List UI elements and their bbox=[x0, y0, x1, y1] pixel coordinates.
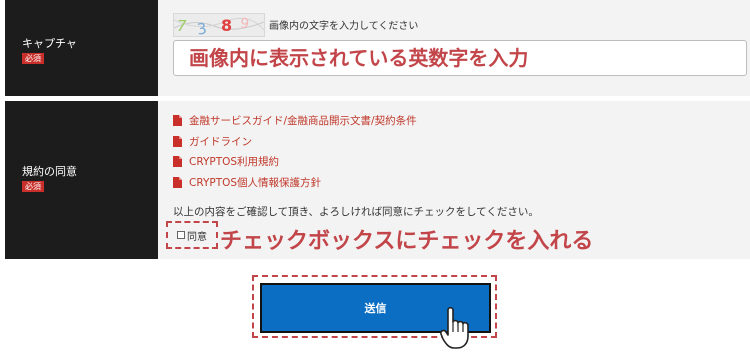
pdf-icon bbox=[173, 115, 182, 126]
captcha-label: キャプチャ bbox=[22, 37, 77, 50]
agreement-label: 規約の同意 bbox=[22, 165, 77, 178]
required-badge: 必須 bbox=[22, 181, 44, 192]
pdf-icon bbox=[173, 156, 182, 167]
svg-text:9: 9 bbox=[239, 15, 251, 32]
pdf-icon bbox=[173, 136, 182, 147]
doc-link-privacy[interactable]: CRYPTOS個人情報保護方針 bbox=[173, 175, 321, 190]
doc-link-label: CRYPTOS利用規約 bbox=[189, 156, 280, 168]
required-badge: 必須 bbox=[22, 53, 44, 64]
captcha-label-cell: キャプチャ 必須 bbox=[5, 0, 158, 96]
captcha-content-cell: 7 3 8 9 画像内の文字を入力してください bbox=[158, 0, 750, 96]
captcha-noise: 7 3 8 9 bbox=[174, 15, 264, 36]
agree-label[interactable]: 同意 bbox=[187, 228, 207, 243]
doc-link-label: CRYPTOS個人情報保護方針 bbox=[189, 177, 322, 189]
doc-link-terms[interactable]: CRYPTOS利用規約 bbox=[173, 154, 279, 169]
captcha-input[interactable] bbox=[173, 40, 747, 76]
captcha-hint: 画像内の文字を入力してください bbox=[269, 21, 419, 32]
hand-cursor-icon bbox=[440, 306, 469, 349]
pdf-icon bbox=[173, 177, 182, 188]
agreement-label-cell: 規約の同意 必須 bbox=[5, 101, 158, 259]
checkbox-annotation: チェックボックスにチェックを入れる bbox=[220, 229, 594, 254]
svg-text:3: 3 bbox=[196, 19, 208, 36]
agree-highlight-frame: 同意 bbox=[166, 221, 218, 249]
agree-checkbox[interactable] bbox=[177, 231, 185, 239]
confirm-text: 以上の内容をご確認して頂き、よろしければ同意にチェックをしてください。 bbox=[173, 206, 539, 218]
svg-text:8: 8 bbox=[221, 16, 232, 35]
doc-link-service-guide[interactable]: 金融サービスガイド/金融商品開示文書/契約条件 bbox=[173, 113, 417, 128]
doc-link-label: 金融サービスガイド/金融商品開示文書/契約条件 bbox=[189, 115, 417, 127]
agreement-content-cell: 金融サービスガイド/金融商品開示文書/契約条件 ガイドライン CRYPTOS利用… bbox=[158, 101, 750, 259]
captcha-image: 7 3 8 9 bbox=[173, 13, 265, 37]
doc-link-guideline[interactable]: ガイドライン bbox=[173, 134, 252, 149]
svg-text:7: 7 bbox=[177, 17, 187, 35]
doc-link-label: ガイドライン bbox=[189, 136, 252, 148]
